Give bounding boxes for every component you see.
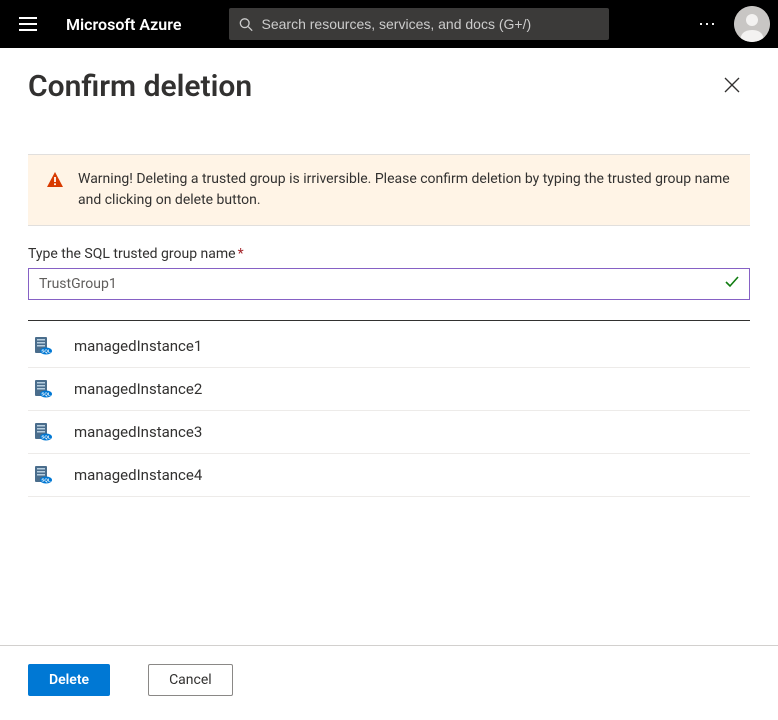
sql-instance-icon: SQL [32, 464, 54, 486]
list-item: SQL managedInstance3 [28, 411, 750, 454]
delete-button[interactable]: Delete [28, 664, 110, 696]
instance-name: managedInstance2 [74, 380, 202, 398]
user-avatar[interactable] [734, 6, 770, 42]
validation-check-icon [724, 274, 740, 294]
instance-name: managedInstance3 [74, 423, 202, 441]
list-separator [28, 320, 750, 321]
search-icon [239, 17, 253, 32]
sql-instance-icon: SQL [32, 378, 54, 400]
instance-name: managedInstance4 [74, 466, 202, 484]
list-item: SQL managedInstance4 [28, 454, 750, 497]
sql-instance-icon: SQL [32, 335, 54, 357]
hamburger-menu-button[interactable] [8, 4, 48, 44]
search-input[interactable] [262, 16, 600, 32]
svg-text:SQL: SQL [41, 435, 51, 440]
trusted-group-name-label: Type the SQL trusted group name* [28, 246, 750, 262]
close-icon [724, 77, 740, 93]
footer: Delete Cancel [0, 645, 778, 720]
warning-icon [46, 171, 64, 211]
sql-instance-icon: SQL [32, 421, 54, 443]
svg-text:SQL: SQL [41, 478, 51, 483]
warning-banner: Warning! Deleting a trusted group is irr… [28, 154, 750, 226]
warning-text: Warning! Deleting a trusted group is irr… [78, 169, 732, 211]
page-title-row: Confirm deletion [0, 48, 778, 114]
svg-text:SQL: SQL [41, 349, 51, 354]
brand-label: Microsoft Azure [56, 15, 191, 34]
instance-name: managedInstance1 [74, 337, 202, 355]
instance-list: SQL managedInstance1 SQL managedInstance… [28, 325, 750, 497]
list-item: SQL managedInstance1 [28, 325, 750, 368]
trusted-group-name-input[interactable] [28, 268, 750, 300]
cancel-button[interactable]: Cancel [148, 664, 233, 696]
required-indicator: * [238, 246, 244, 262]
avatar-icon [734, 6, 770, 42]
more-menu-button[interactable]: ⋯ [690, 14, 726, 35]
list-item: SQL managedInstance2 [28, 368, 750, 411]
page-title: Confirm deletion [28, 69, 252, 104]
content-area: Warning! Deleting a trusted group is irr… [0, 114, 778, 645]
close-button[interactable] [714, 68, 750, 104]
svg-text:SQL: SQL [41, 392, 51, 397]
top-header: Microsoft Azure ⋯ [0, 0, 778, 48]
hamburger-icon [19, 17, 37, 31]
global-search[interactable] [229, 8, 609, 40]
